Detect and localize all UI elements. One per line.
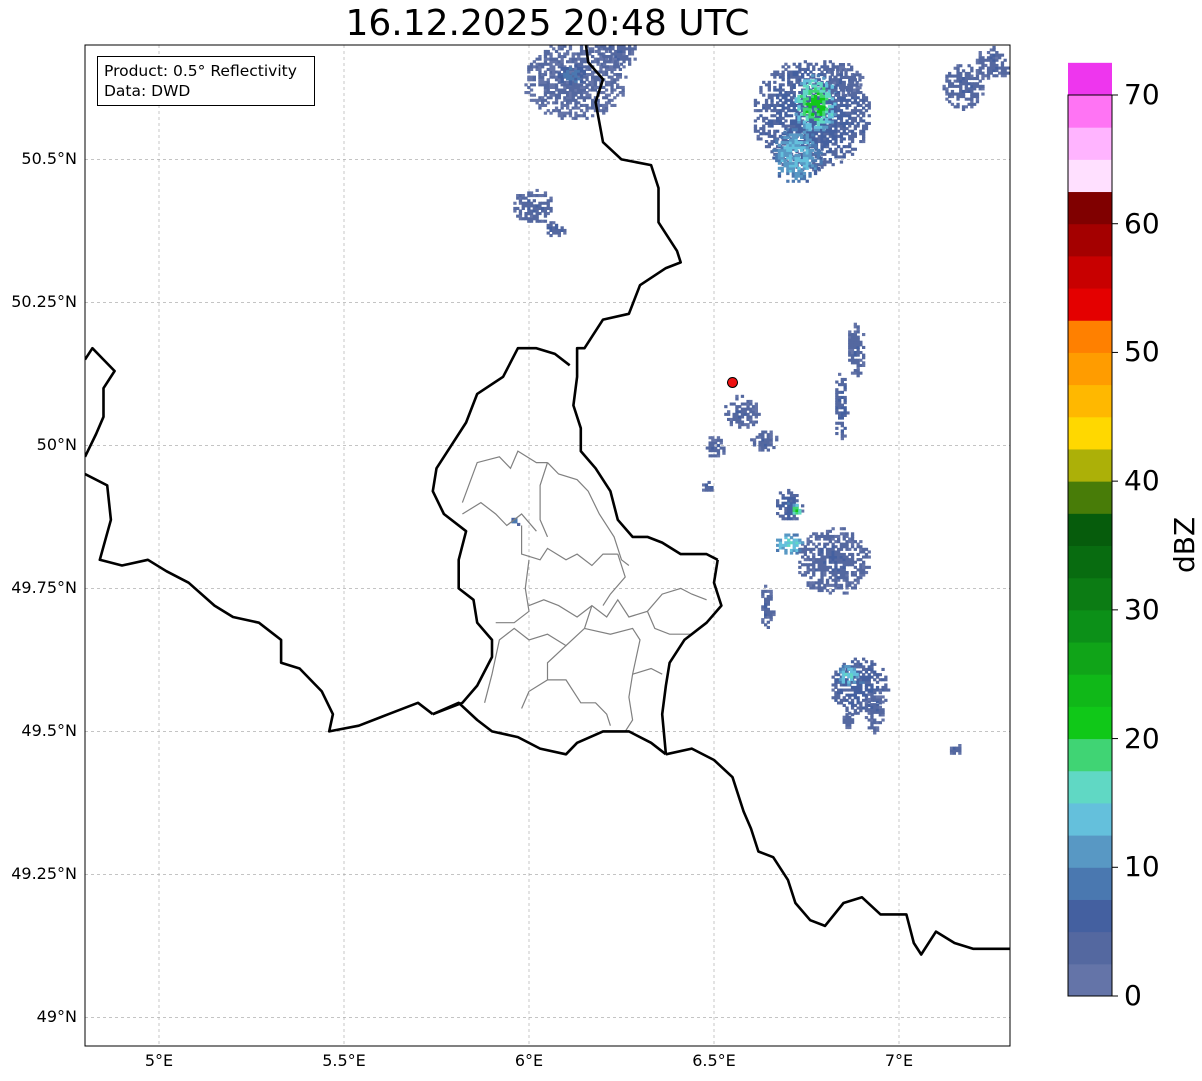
lat-tick-label: 50.25°N	[11, 292, 77, 312]
lon-tick-label: 6°E	[514, 1051, 544, 1070]
lon-tick-label: 5.5°E	[322, 1051, 366, 1070]
colorbar-segment	[1068, 738, 1112, 772]
radar-site-marker	[727, 376, 738, 388]
radar-echo	[838, 665, 859, 687]
colorbar-segment	[1068, 448, 1112, 482]
map-title: 16.12.2025 20:48 UTC	[345, 3, 750, 44]
colorbar-segment	[1068, 95, 1112, 128]
colorbar-segment	[1068, 288, 1112, 321]
colorbar-segment	[1068, 931, 1112, 965]
colorbar-tick-label: 30	[1124, 592, 1160, 626]
colorbar-tick-label: 40	[1124, 464, 1160, 498]
lon-tick-label: 7°E	[884, 1051, 914, 1070]
info-box: Product: 0.5° Reflectivity Data: DWD	[97, 56, 315, 106]
colorbar-segment	[1068, 255, 1112, 289]
colorbar-segment	[1068, 642, 1112, 675]
colorbar-segment	[1068, 706, 1112, 740]
colorbar-segment	[1068, 320, 1112, 353]
colorbar	[1067, 62, 1118, 997]
colorbar-tick-label: 0	[1124, 979, 1142, 1012]
lat-tick-label: 49°N	[36, 1007, 77, 1027]
colorbar-label: dBZ	[1168, 516, 1201, 573]
colorbar-segment	[1068, 384, 1112, 418]
lat-tick-label: 50.5°N	[21, 149, 77, 169]
colorbar-tick-label: 70	[1124, 78, 1160, 111]
data-source-label: Data: DWD	[104, 82, 191, 100]
colorbar-segment	[1068, 159, 1112, 193]
colorbar-segment	[1068, 867, 1112, 900]
lat-tick-label: 49.25°N	[11, 864, 77, 884]
colorbar-segment	[1068, 899, 1112, 933]
colorbar-segment	[1068, 191, 1112, 225]
colorbar-tick-label: 20	[1124, 721, 1160, 755]
colorbar-tick-label: 60	[1124, 206, 1160, 240]
lat-tick-label: 49.5°N	[21, 721, 77, 741]
colorbar-segment	[1068, 127, 1112, 160]
lon-tick-label: 6.5°E	[692, 1051, 736, 1070]
radar-map	[84, 44, 1118, 1047]
colorbar-segment	[1068, 223, 1112, 257]
colorbar-segment	[1068, 513, 1112, 546]
colorbar-segment	[1068, 62, 1112, 96]
radar-echo	[557, 64, 586, 86]
colorbar-segment	[1068, 770, 1112, 804]
colorbar-tick-label: 10	[1124, 850, 1160, 884]
colorbar-segment	[1068, 416, 1112, 450]
colorbar-segment	[1068, 481, 1112, 514]
colorbar-segment	[1068, 545, 1112, 579]
lat-tick-label: 49.75°N	[11, 578, 77, 598]
lon-tick-label: 5°E	[144, 1051, 174, 1070]
colorbar-segment	[1068, 802, 1112, 836]
colorbar-segment	[1068, 352, 1112, 386]
colorbar-segment	[1068, 963, 1112, 997]
colorbar-tick-label: 50	[1124, 335, 1160, 369]
colorbar-segment	[1068, 835, 1112, 868]
product-label: Product: 0.5° Reflectivity	[104, 62, 297, 80]
colorbar-segment	[1068, 674, 1112, 707]
colorbar-segment	[1068, 577, 1112, 611]
colorbar-segment	[1068, 609, 1112, 643]
radar-site-dot	[727, 376, 738, 388]
lat-tick-label: 50°N	[36, 435, 77, 455]
